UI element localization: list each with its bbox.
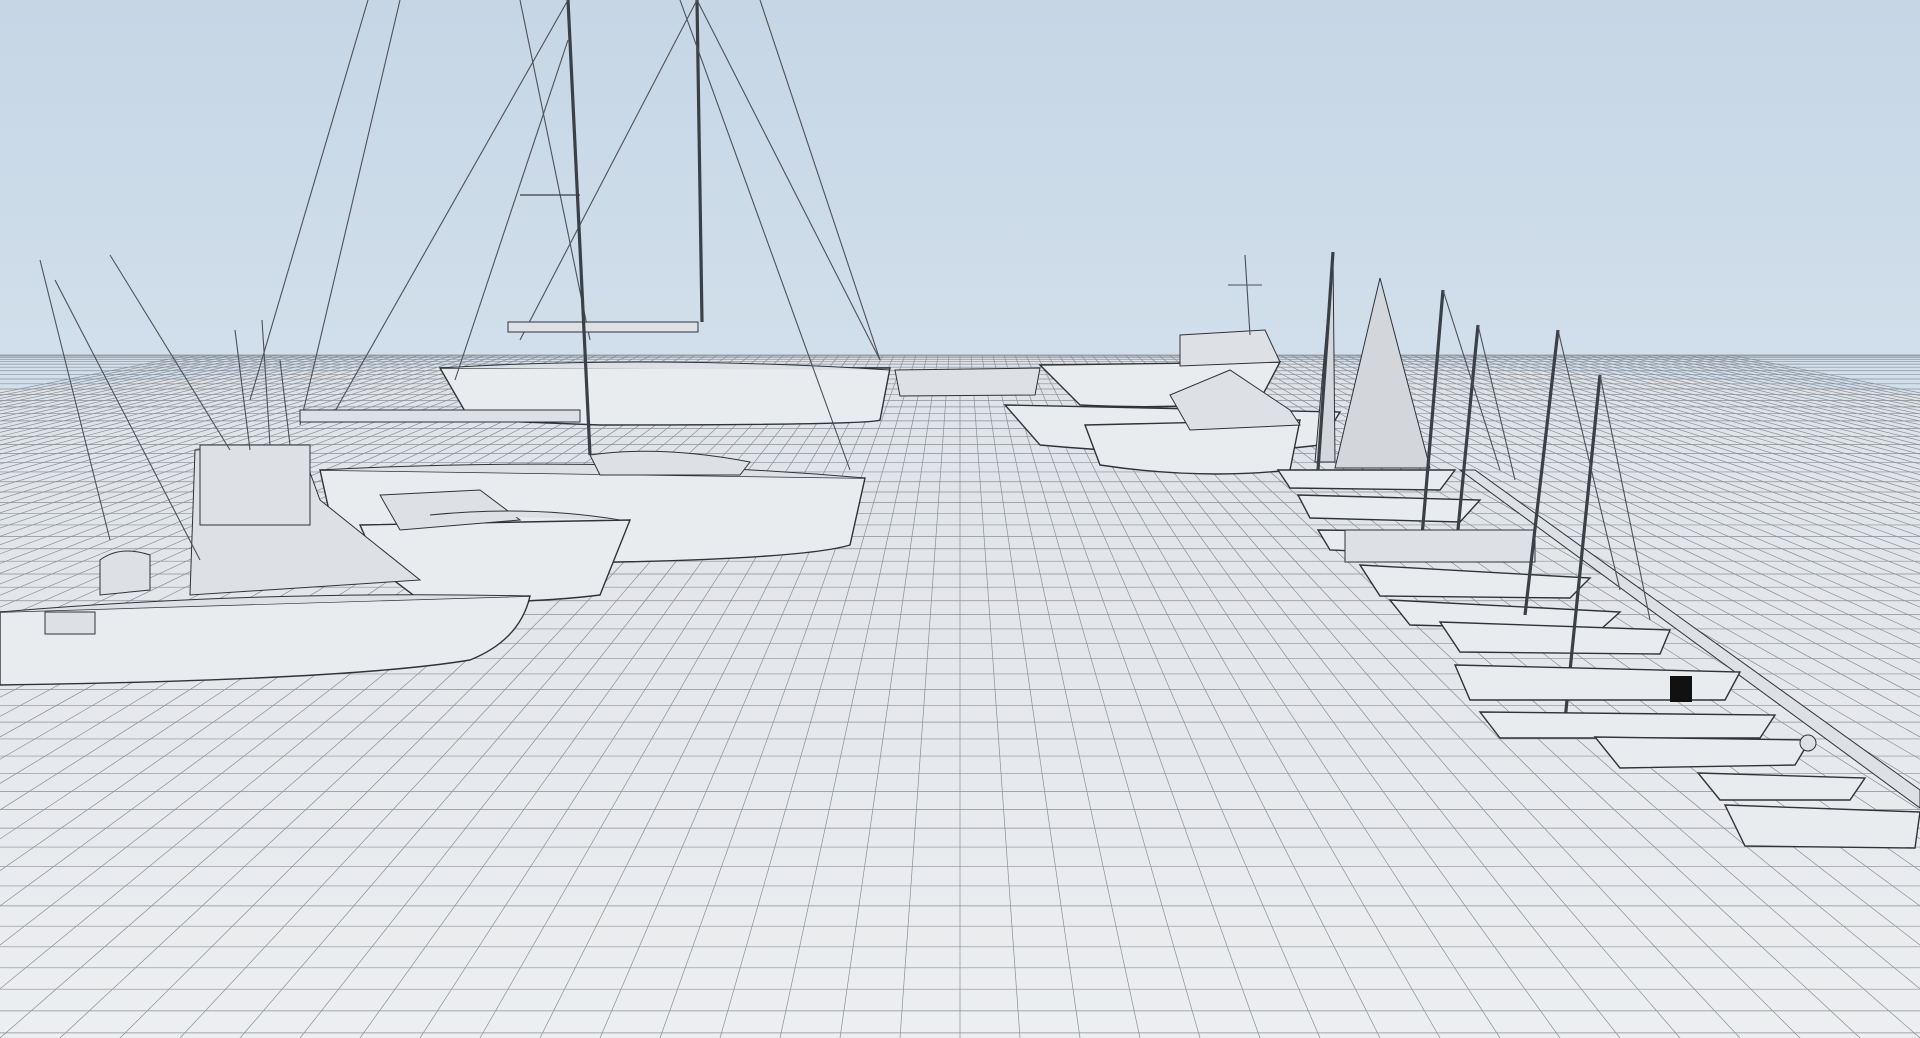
marina-wireframe-scene [0, 0, 1920, 1038]
small-outboard [1593, 734, 1817, 769]
sky [0, 0, 1920, 400]
outboard-engine [1670, 676, 1692, 702]
pier-walkway [894, 367, 1041, 397]
